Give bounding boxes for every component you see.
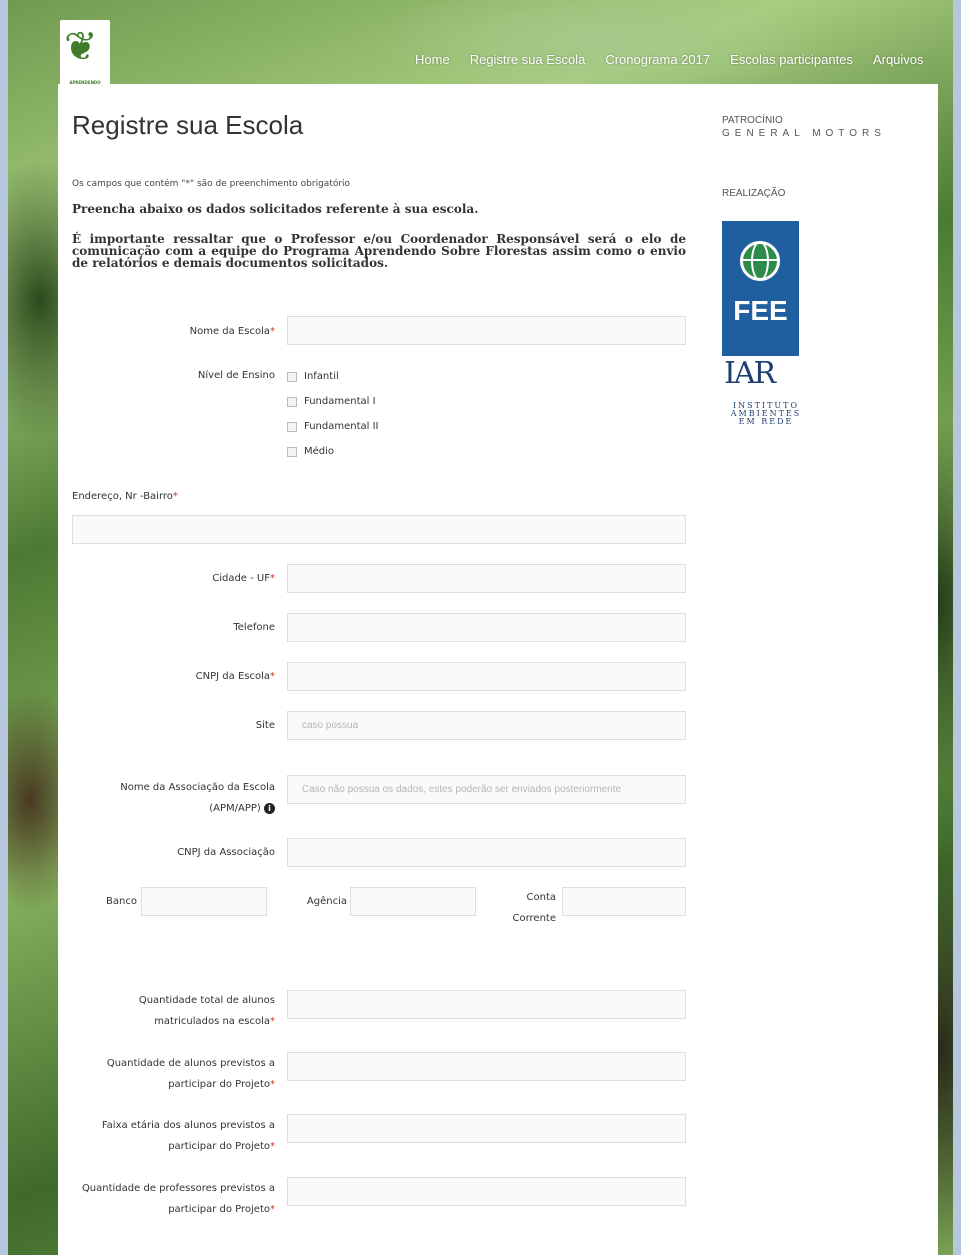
fee-logo-text: FEE	[733, 295, 788, 326]
nav-arquivos[interactable]: Arquivos	[873, 52, 924, 67]
faixa-etaria-input[interactable]	[287, 1114, 686, 1143]
nav-cronograma[interactable]: Cronograma 2017	[605, 52, 710, 67]
telefone-label: Telefone	[233, 622, 275, 633]
nome-escola-label: Nome da Escola*	[189, 326, 275, 337]
faixa-etaria-label-line2: participar do Projeto*	[168, 1141, 275, 1152]
top-navigation: Home Registre sua Escola Cronograma 2017…	[415, 52, 924, 67]
checkbox-box[interactable]	[287, 446, 297, 457]
faixa-etaria-label: Faixa etária dos alunos previstos a part…	[72, 1115, 275, 1157]
info-text: É importante ressaltar que o Professor e…	[72, 232, 686, 270]
content-panel: Registre sua Escola Os campos que contém…	[58, 84, 938, 1255]
qtd-professores-input[interactable]	[287, 1177, 686, 1206]
checkbox-box[interactable]	[287, 396, 297, 407]
qtd-previstos-label-line2: participar do Projeto*	[168, 1079, 275, 1090]
cidade-uf-label: Cidade - UF*	[212, 573, 275, 584]
cnpj-escola-label: CNPJ da Escola*	[195, 671, 275, 682]
nav-escolas[interactable]: Escolas participantes	[730, 52, 853, 67]
qtd-professores-label-line2: participar do Projeto*	[168, 1204, 275, 1215]
endereco-input[interactable]	[72, 515, 686, 544]
qtd-professores-label: Quantidade de professores previstos a pa…	[72, 1178, 275, 1220]
patrocinio-label: PATROCÍNIO	[722, 115, 783, 126]
telefone-input[interactable]	[287, 613, 686, 642]
site-label: Site	[255, 720, 275, 731]
faixa-etaria-label-line1: Faixa etária dos alunos previstos a	[101, 1120, 275, 1131]
conta-input[interactable]	[562, 887, 686, 916]
tree-icon: ❦	[64, 24, 98, 70]
associacao-label: Nome da Associação da Escola (APM/APP) i	[72, 777, 275, 819]
agencia-label: Agência	[306, 896, 347, 907]
qtd-previstos-input[interactable]	[287, 1052, 686, 1081]
checkbox-fundamental-1[interactable]: Fundamental I	[287, 396, 376, 407]
iar-logo-subtitle: INSTITUTO AMBIENTES EM REDE	[730, 401, 802, 426]
cnpj-associacao-label: CNPJ da Associação	[177, 847, 275, 858]
qtd-professores-label-line1: Quantidade de professores previstos a	[81, 1183, 275, 1194]
cnpj-associacao-input[interactable]	[287, 838, 686, 867]
associacao-label-line1: Nome da Associação da Escola	[120, 782, 275, 793]
iar-logo[interactable]: IAR	[724, 356, 776, 391]
checkbox-fundamental-2[interactable]: Fundamental II	[287, 421, 379, 432]
checkbox-medio[interactable]: Médio	[287, 446, 334, 457]
conta-label-line1: Conta	[526, 892, 557, 903]
cidade-uf-input[interactable]	[287, 564, 686, 593]
qtd-previstos-label-line1: Quantidade de alunos previstos a	[106, 1058, 275, 1069]
lead-text: Preencha abaixo os dados solicitados ref…	[72, 202, 479, 216]
info-icon[interactable]: i	[264, 802, 275, 814]
checkbox-infantil[interactable]: Infantil	[287, 371, 339, 382]
banco-label: Banco	[106, 896, 137, 907]
realizacao-label: REALIZAÇÃO	[722, 188, 786, 199]
checkbox-box[interactable]	[287, 371, 297, 382]
nav-registre[interactable]: Registre sua Escola	[470, 52, 586, 67]
page-title: Registre sua Escola	[72, 110, 304, 140]
qtd-previstos-label: Quantidade de alunos previstos a partici…	[72, 1053, 275, 1095]
required-note: Os campos que contém "*" são de preenchi…	[72, 179, 351, 189]
qtd-alunos-label-line2: matriculados na escola*	[154, 1016, 275, 1027]
nome-escola-input[interactable]	[287, 316, 686, 345]
associacao-label-line2: (APM/APP) i	[72, 798, 275, 819]
checkbox-box[interactable]	[287, 421, 297, 432]
qtd-alunos-input[interactable]	[287, 990, 686, 1019]
site-input[interactable]: caso possua	[287, 711, 686, 740]
fee-logo[interactable]: FEE	[722, 221, 799, 356]
qtd-alunos-label-line1: Quantidade total de alunos	[138, 995, 275, 1006]
nav-home[interactable]: Home	[415, 52, 450, 67]
cnpj-escola-input[interactable]	[287, 662, 686, 691]
conta-label-line2: Corrente	[512, 913, 557, 924]
sponsor-name: GENERAL MOTORS	[722, 128, 886, 139]
agencia-input[interactable]	[350, 887, 476, 916]
associacao-input[interactable]: Caso não possua os dados, estes poderão …	[287, 775, 686, 804]
globe-icon	[740, 241, 780, 281]
qtd-alunos-label: Quantidade total de alunos matriculados …	[72, 990, 275, 1032]
nivel-ensino-label: Nível de Ensino	[197, 370, 275, 381]
conta-label: Conta Corrente	[492, 887, 557, 929]
banco-input[interactable]	[141, 887, 267, 916]
endereco-label: Endereço, Nr -Bairro*	[72, 491, 178, 502]
